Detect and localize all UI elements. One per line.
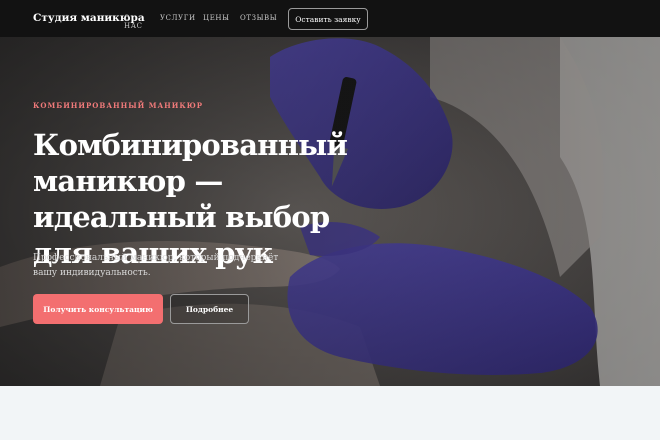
hero-title: Комбинированный маникюр — идеальный выбо… [33,128,348,270]
request-button[interactable]: Оставить заявку [288,8,368,30]
nav-item-reviews[interactable]: ОТЗЫВЫ [240,14,277,22]
nav-item-about[interactable]: О НАС [124,14,143,30]
more-details-button[interactable]: Подробнее [170,294,249,324]
next-section [0,386,660,440]
nav-item-prices[interactable]: ЦЕНЫ [203,14,230,22]
nav-item-services[interactable]: УСЛУГИ [160,14,196,22]
hero-subtitle: Профессиональный маникюр, который подчер… [33,253,279,278]
navbar: Студия маникюра О НАС УСЛУГИ ЦЕНЫ ОТЗЫВЫ… [0,0,660,37]
get-consultation-button[interactable]: Получить консультацию [33,294,163,324]
hero-eyebrow: КОМБИНИРОВАННЫЙ МАНИКЮР [33,101,204,110]
